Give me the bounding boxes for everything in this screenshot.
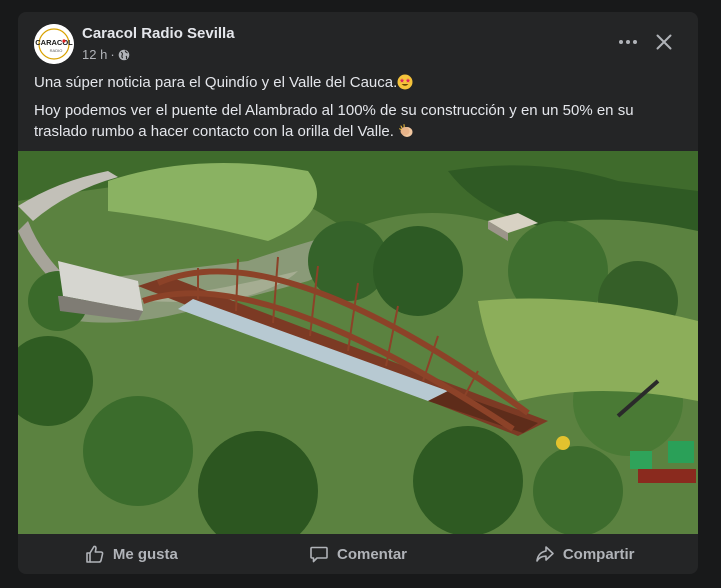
post-text-line1: Una súper noticia para el Quindío y el V… bbox=[34, 73, 684, 93]
globe-icon bbox=[118, 49, 129, 60]
comment-label: Comentar bbox=[337, 545, 408, 563]
comment-button[interactable]: Comentar bbox=[245, 538, 472, 570]
avatar[interactable]: CARACOL RADIO bbox=[34, 24, 74, 64]
caracol-logo-icon: CARACOL RADIO bbox=[34, 24, 74, 64]
more-options-icon bbox=[619, 40, 637, 44]
meta-separator: · bbox=[110, 47, 115, 62]
like-label: Me gusta bbox=[112, 545, 178, 563]
post-text-line2: Hoy podemos ver el puente del Alambrado … bbox=[34, 100, 684, 142]
close-icon bbox=[656, 34, 672, 50]
post-header: CARACOL RADIO Caracol Radio Sevilla 12 h… bbox=[18, 12, 698, 72]
svg-text:RADIO: RADIO bbox=[50, 48, 63, 53]
comment-icon bbox=[310, 546, 328, 563]
more-options-button[interactable] bbox=[614, 30, 642, 54]
post-card: CARACOL RADIO Caracol Radio Sevilla 12 h… bbox=[18, 12, 698, 574]
post-actions: Me gusta Comentar Compartir bbox=[18, 534, 698, 574]
post-photo[interactable] bbox=[18, 151, 698, 534]
post-text-body: Hoy podemos ver el puente del Alambrado … bbox=[34, 102, 634, 140]
bridge-aerial-photo bbox=[18, 151, 698, 534]
share-icon bbox=[536, 546, 554, 562]
thumbs-up-icon bbox=[86, 545, 104, 563]
post-text-headline: Una súper noticia para el Quindío y el V… bbox=[34, 74, 398, 91]
share-button[interactable]: Compartir bbox=[471, 538, 698, 570]
svg-text:CARACOL: CARACOL bbox=[35, 38, 73, 47]
close-button[interactable] bbox=[650, 28, 678, 56]
post-time[interactable]: 12 h bbox=[82, 47, 107, 62]
share-label: Compartir bbox=[562, 545, 635, 563]
like-button[interactable]: Me gusta bbox=[18, 538, 245, 570]
clapping-hands-emoji-icon bbox=[399, 124, 413, 137]
post-author[interactable]: Caracol Radio Sevilla bbox=[82, 25, 235, 42]
post-meta: 12 h · bbox=[82, 47, 130, 62]
star-struck-emoji-icon bbox=[397, 74, 413, 90]
